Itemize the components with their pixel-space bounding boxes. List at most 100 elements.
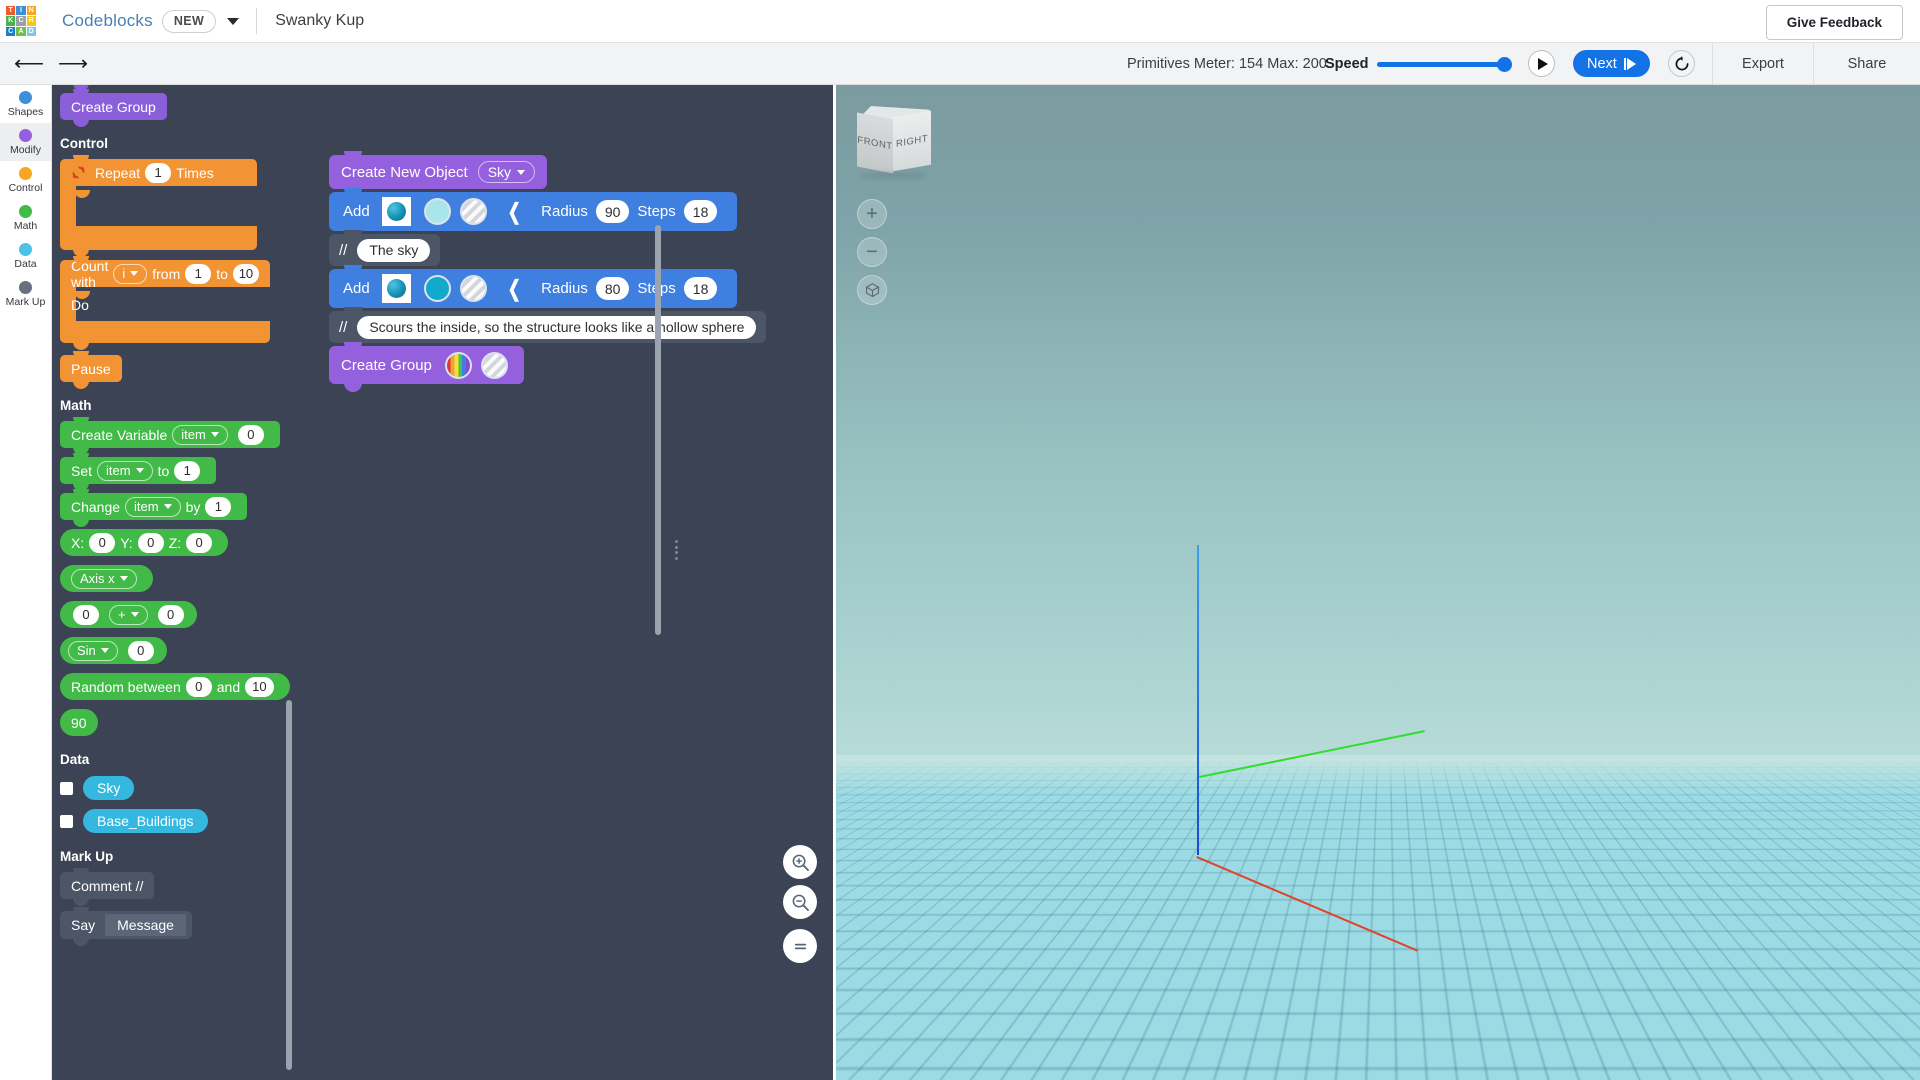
give-feedback-button[interactable]: Give Feedback <box>1765 5 1903 40</box>
palette-block-pause[interactable]: Pause <box>60 351 122 389</box>
workspace-scrollbar[interactable] <box>655 225 661 635</box>
document-title[interactable]: Swanky Kup <box>275 12 364 30</box>
block-create-group[interactable]: Create Group <box>329 342 524 392</box>
block-add-shape-2[interactable]: Add ❮ Radius 80 Steps 18 <box>329 265 738 316</box>
viewport-zoom-in-button[interactable]: + <box>857 199 887 229</box>
hole-hatched-circle-icon-3[interactable] <box>480 351 508 379</box>
radius-input-2[interactable]: 80 <box>595 277 630 300</box>
object-name-dropdown[interactable]: Sky <box>477 161 536 183</box>
palette-block-count-with[interactable]: Count with i from 1 to 10 Do <box>60 256 270 350</box>
palette-scrollbar[interactable] <box>286 700 292 1070</box>
view-cube-right-face[interactable]: RIGHT <box>893 110 931 172</box>
speed-slider-knob[interactable] <box>1497 56 1512 72</box>
radius-input-1[interactable]: 90 <box>595 200 630 223</box>
palette-block-create-group[interactable]: Create Group <box>60 89 167 127</box>
hole-hatched-circle-icon-2[interactable] <box>459 275 487 302</box>
set-variable-dropdown[interactable]: item <box>97 460 153 481</box>
operator-left-input[interactable]: 0 <box>73 604 99 625</box>
palette-block-set[interactable]: Set item to 1 <box>60 453 217 491</box>
chevron-left-icon-1[interactable]: ❮ <box>507 199 520 225</box>
redo-arrow-icon[interactable]: ⟶ <box>56 49 90 79</box>
count-from-input[interactable]: 1 <box>185 263 212 284</box>
export-button[interactable]: Export <box>1713 43 1813 85</box>
play-button[interactable] <box>1528 50 1555 77</box>
count-to-input[interactable]: 10 <box>232 263 259 284</box>
3d-viewport[interactable]: FRONT RIGHT + − <box>836 85 1920 1080</box>
variable-pill-sky[interactable]: Sky <box>83 776 135 800</box>
workspace-fit-button[interactable] <box>783 929 817 963</box>
hole-hatched-circle-icon-1[interactable] <box>459 198 487 225</box>
block-comment-1[interactable]: // The sky <box>329 230 441 274</box>
rail-item-modify[interactable]: Modify <box>0 123 51 161</box>
palette-block-xyz[interactable]: X: 0 Y: 0 Z: 0 <box>60 529 229 556</box>
restart-button[interactable] <box>1668 50 1695 77</box>
steps-input-1[interactable]: 18 <box>683 200 718 223</box>
magnifier-plus-icon <box>792 854 809 871</box>
operator-right-input[interactable]: 0 <box>157 604 184 625</box>
variable-row-base-buildings[interactable]: Base_Buildings <box>60 809 295 833</box>
palette-block-say[interactable]: Say Message <box>60 907 192 946</box>
palette-block-random[interactable]: Random between 0 and 10 <box>60 673 290 700</box>
change-variable-dropdown[interactable]: item <box>125 496 181 517</box>
steps-input-2[interactable]: 18 <box>683 277 718 300</box>
change-value-input[interactable]: 1 <box>205 496 232 517</box>
trig-function-dropdown[interactable]: Sin <box>68 640 118 661</box>
variable-checkbox-base-buildings[interactable] <box>60 814 73 828</box>
palette-block-number[interactable]: 90 <box>60 709 98 736</box>
xyz-z-input[interactable]: 0 <box>186 532 213 553</box>
block-add-shape-1[interactable]: Add ❮ Radius 90 Steps 18 <box>329 188 738 239</box>
variable-pill-base-buildings[interactable]: Base_Buildings <box>83 809 208 833</box>
comment-text-1[interactable]: The sky <box>357 238 431 262</box>
code-workspace[interactable]: Create New Object Sky Add ❮ Radius 90 St… <box>295 85 833 1080</box>
random-min-input[interactable]: 0 <box>185 676 212 697</box>
rail-item-control[interactable]: Control <box>0 161 51 199</box>
operator-dropdown[interactable]: + <box>109 604 148 625</box>
create-variable-value[interactable]: 0 <box>237 424 264 445</box>
rail-item-shapes[interactable]: Shapes <box>0 85 51 123</box>
trig-value-input[interactable]: 0 <box>127 640 154 661</box>
palette-block-repeat[interactable]: Repeat 1 Times <box>60 155 257 257</box>
palette-block-axis[interactable]: Axis x <box>60 565 153 592</box>
palette-block-create-variable[interactable]: Create Variable item 0 <box>60 417 280 455</box>
palette-block-change[interactable]: Change item by 1 <box>60 489 248 527</box>
brand-name[interactable]: Codeblocks <box>62 11 153 31</box>
count-with-variable-dropdown[interactable]: i <box>113 263 148 284</box>
variable-checkbox-sky[interactable] <box>60 781 73 795</box>
variable-row-sky[interactable]: Sky <box>60 776 295 800</box>
undo-arrow-icon[interactable]: ⟵ <box>12 49 46 79</box>
axis-label: Axis x <box>80 571 115 586</box>
rail-item-mark-up[interactable]: Mark Up <box>0 275 51 313</box>
workspace-zoom-out-button[interactable] <box>783 885 817 919</box>
comment-text-2[interactable]: Scours the inside, so the structure look… <box>357 315 757 339</box>
shape-color-swatch-1[interactable] <box>423 198 451 225</box>
palette-block-operator[interactable]: 0 + 0 <box>60 601 197 628</box>
shape-color-swatch-2[interactable] <box>423 275 451 302</box>
share-button[interactable]: Share <box>1814 43 1920 85</box>
xyz-y-input[interactable]: 0 <box>137 532 164 553</box>
random-max-input[interactable]: 10 <box>245 676 274 697</box>
rail-item-math[interactable]: Math <box>0 199 51 237</box>
rail-item-data[interactable]: Data <box>0 237 51 275</box>
repeat-count-input[interactable]: 1 <box>145 162 172 183</box>
viewport-fit-all-button[interactable] <box>857 275 887 305</box>
panel-resize-grip[interactable] <box>675 540 680 560</box>
view-cube-front-face[interactable]: FRONT <box>857 112 893 174</box>
axis-dropdown[interactable]: Axis x <box>71 568 137 589</box>
palette-block-comment[interactable]: Comment // <box>60 868 155 906</box>
chevron-down-icon[interactable] <box>227 17 240 25</box>
xyz-x-input[interactable]: 0 <box>89 532 116 553</box>
say-message-input[interactable]: Message <box>105 914 186 936</box>
palette-block-trig[interactable]: Sin 0 <box>60 637 167 664</box>
chevron-left-icon-2[interactable]: ❮ <box>507 276 520 302</box>
block-comment-2[interactable]: // Scours the inside, so the structure l… <box>329 307 767 351</box>
rainbow-circle-icon[interactable] <box>444 351 472 379</box>
tinkercad-logo[interactable]: TINKCRCAD <box>6 6 36 36</box>
next-button[interactable]: Next <box>1573 50 1651 77</box>
block-create-new-object[interactable]: Create New Object Sky <box>329 151 548 197</box>
create-variable-dropdown[interactable]: item <box>172 424 228 445</box>
viewport-zoom-out-button[interactable]: − <box>857 237 887 267</box>
workspace-zoom-in-button[interactable] <box>783 845 817 879</box>
speed-slider[interactable] <box>1377 54 1512 74</box>
view-cube[interactable]: FRONT RIGHT <box>857 106 932 179</box>
set-value-input[interactable]: 1 <box>174 460 201 481</box>
